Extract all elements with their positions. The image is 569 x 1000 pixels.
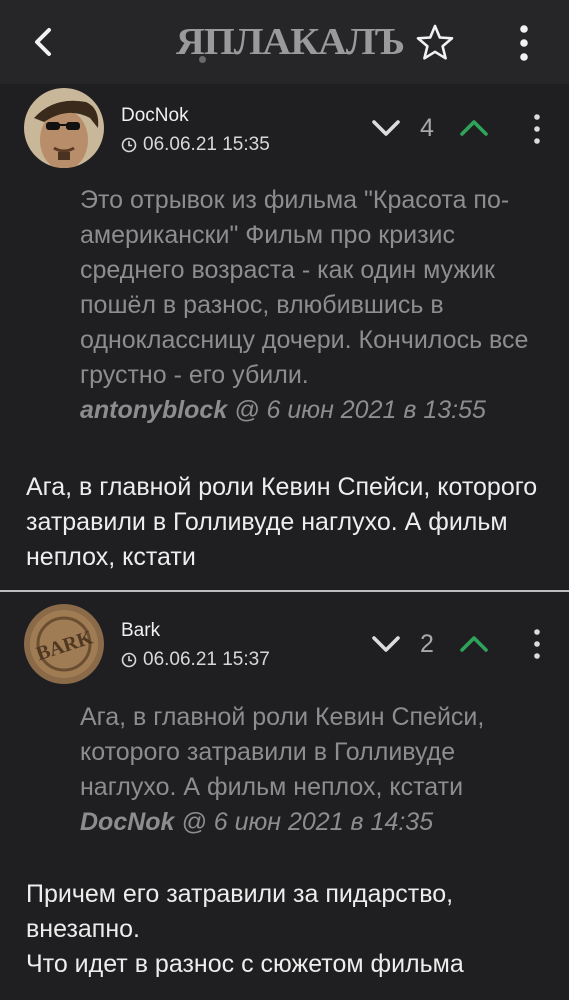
timestamp-text: 06.06.21 15:35 xyxy=(143,134,270,155)
logo-dot xyxy=(199,56,206,63)
more-vertical-icon[interactable] xyxy=(508,22,540,64)
post-timestamp: 06.06.21 15:37 xyxy=(121,649,270,671)
quoted-text: Это отрывок из фильма "Красота по-америк… xyxy=(80,183,550,428)
post-timestamp: 06.06.21 15:35 xyxy=(121,134,270,156)
quote-author[interactable]: DocNok xyxy=(80,808,174,836)
quote-meta: @ 6 июн 2021 в 14:35 xyxy=(174,808,434,836)
chevron-left-icon[interactable] xyxy=(22,20,66,64)
quote-meta: @ 6 июн 2021 в 13:55 xyxy=(227,396,486,424)
avatar[interactable] xyxy=(24,88,104,168)
vote-down-icon[interactable] xyxy=(368,113,404,143)
quote-author[interactable]: antonyblock xyxy=(80,396,227,424)
clock-icon xyxy=(121,652,137,668)
comment-text: Причем его затравили за пидарство, внеза… xyxy=(26,877,546,982)
quote-signature[interactable]: antonyblock @ 6 июн 2021 в 13:55 xyxy=(80,396,486,424)
quote-signature[interactable]: DocNok @ 6 июн 2021 в 14:35 xyxy=(80,808,433,836)
top-bar: ЯПЛАКАЛЪ xyxy=(0,0,569,84)
more-vertical-icon[interactable] xyxy=(526,112,548,146)
timestamp-text: 06.06.21 15:37 xyxy=(143,649,270,670)
divider xyxy=(0,590,569,592)
username[interactable]: DocNok xyxy=(121,105,189,127)
quote-body: Ага, в главной роли Кевин Спейси, которо… xyxy=(80,703,485,801)
vote-up-icon[interactable] xyxy=(456,113,492,143)
vote-count: 4 xyxy=(420,114,434,142)
quoted-text: Ага, в главной роли Кевин Спейси, которо… xyxy=(80,700,550,840)
comment-text: Ага, в главной роли Кевин Спейси, которо… xyxy=(26,473,538,571)
vote-down-icon[interactable] xyxy=(368,629,404,659)
more-vertical-icon[interactable] xyxy=(526,627,548,661)
star-outline-icon[interactable] xyxy=(414,22,456,64)
comment-line-1: Причем его затравили за пидарство, внеза… xyxy=(26,880,454,943)
comment-line-2: Что идет в разнос с сюжетом фильма xyxy=(26,950,464,978)
vote-count: 2 xyxy=(420,630,434,658)
site-logo[interactable]: ЯПЛАКАЛЪ xyxy=(176,22,405,62)
vote-up-icon[interactable] xyxy=(456,629,492,659)
clock-icon xyxy=(121,137,137,153)
username[interactable]: Bark xyxy=(121,620,160,642)
quote-body: Это отрывок из фильма "Красота по-америк… xyxy=(80,186,529,389)
avatar[interactable]: BARK xyxy=(24,604,104,684)
